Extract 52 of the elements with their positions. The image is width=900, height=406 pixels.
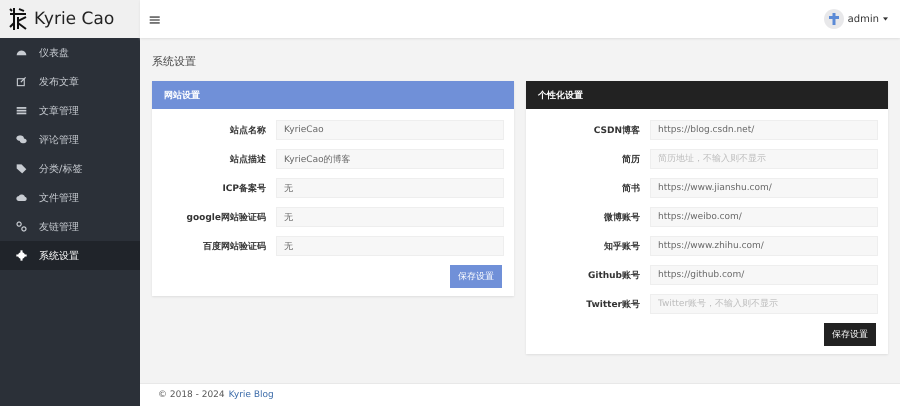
field-label: ICP备案号 [221,182,266,194]
sidebar-item[interactable]: 评论管理 [0,125,140,154]
brand-name: Kyrie Cao [34,9,114,29]
input-field[interactable]: Twitter账号，不输入则不显示 [650,294,878,314]
copyright-text: © 2018 - 2024 [158,390,225,400]
sidebar-item[interactable]: 发布文章 [0,67,140,96]
input-field[interactable]: KyrieCao [276,120,504,140]
field-label: 简历 [621,154,640,166]
input-field[interactable]: https://github.com/ [650,265,878,285]
caret-icon [883,17,888,21]
card-header: 个性化设置 [526,81,888,109]
avatar-icon [824,9,844,29]
field-label: google网站验证码 [186,211,266,224]
input-field[interactable]: KyrieCao的博客 [276,149,504,169]
input-field[interactable]: 无 [276,236,504,256]
sidebar-item[interactable]: 分类/标签 [0,154,140,183]
footer-link[interactable]: Kyrie Blog [228,390,274,400]
input-field[interactable]: https://www.jianshu.com/ [650,178,878,198]
link-icon [16,221,27,232]
sidebar-item[interactable]: 文章管理 [0,96,140,125]
field-label: 简书 [621,182,640,194]
card-header: 网站设置 [152,81,514,109]
edit-icon [16,76,27,87]
field-label: 站点名称 [228,124,266,136]
save-button[interactable]: 保存设置 [450,265,502,288]
save-button[interactable]: 保存设置 [824,323,876,346]
input-field[interactable]: 无 [276,178,504,198]
user-name: admin [848,14,879,24]
field-label: 站点描述 [228,153,266,166]
field-label: CSDN博客 [592,124,640,136]
field-label: 知乎账号 [603,240,640,252]
user-menu[interactable]: admin [824,9,888,29]
input-field[interactable]: https://www.zhihu.com/ [650,236,878,256]
input-field[interactable]: 无 [276,207,504,227]
sidebar-item[interactable]: 友链管理 [0,212,140,241]
tags-icon [16,163,27,174]
field-label: Github账号 [586,270,640,282]
sidebar-item[interactable]: 仪表盘 [0,38,140,67]
field-label: 百度网站验证码 [202,240,266,252]
logo-icon [8,7,28,31]
input-field[interactable]: https://blog.csdn.net/ [650,120,878,140]
sidebar-item[interactable]: 文件管理 [0,183,140,212]
comments-icon [16,134,27,145]
input-field[interactable]: 简历地址，不输入则不显示 [650,149,878,169]
page-title: 系统设置 [152,54,197,69]
menu-icon[interactable]: ≡ [148,10,162,28]
field-label: Twitter账号 [585,298,640,310]
cloud-icon [16,192,27,203]
input-field[interactable]: https://weibo.com/ [650,207,878,227]
sidebar-item[interactable]: 系统设置 [0,241,140,270]
list-icon [16,105,27,116]
field-label: 微博账号 [602,211,640,224]
